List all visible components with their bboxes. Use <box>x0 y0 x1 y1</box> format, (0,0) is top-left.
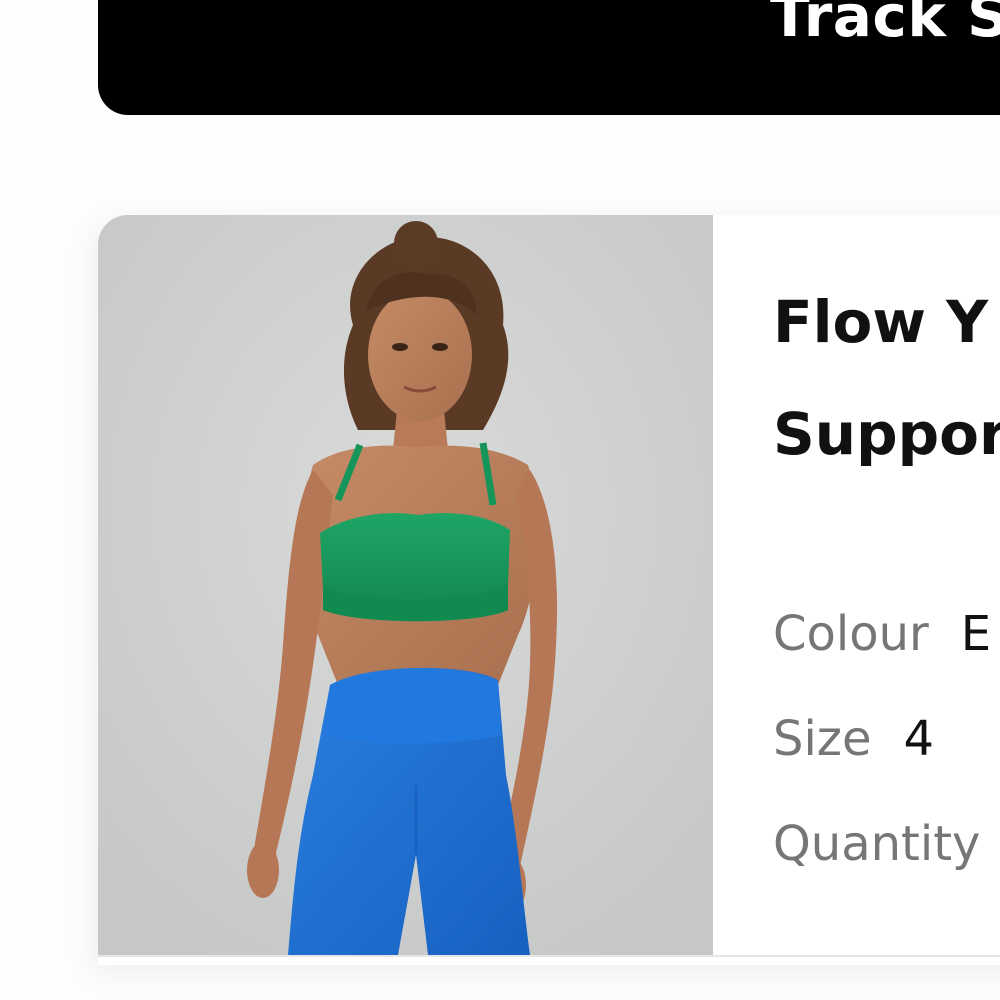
product-title-line-1[interactable]: Flow Y <box>773 293 988 351</box>
order-page: Track S Flow Y Suppor Colour E Size 4 Qu… <box>0 0 1000 1000</box>
size-row: Size 4 <box>773 715 934 763</box>
size-label: Size <box>773 711 872 767</box>
quantity-label: Quantity <box>773 816 981 872</box>
colour-row: Colour E <box>773 610 991 658</box>
track-shipment-label: Track S <box>770 0 1000 50</box>
colour-value: E <box>960 606 992 662</box>
colour-label: Colour <box>773 606 929 662</box>
product-image[interactable] <box>98 215 713 955</box>
size-value: 4 <box>903 711 935 767</box>
track-shipment-button[interactable]: Track S <box>98 0 1000 115</box>
quantity-row: Quantity <box>773 820 980 868</box>
product-photo <box>98 215 713 955</box>
divider <box>98 955 1000 957</box>
product-card: Flow Y Suppor Colour E Size 4 Quantity <box>98 215 1000 965</box>
product-title-line-2[interactable]: Suppor <box>773 405 1000 463</box>
product-info: Flow Y Suppor Colour E Size 4 Quantity <box>713 215 1000 955</box>
